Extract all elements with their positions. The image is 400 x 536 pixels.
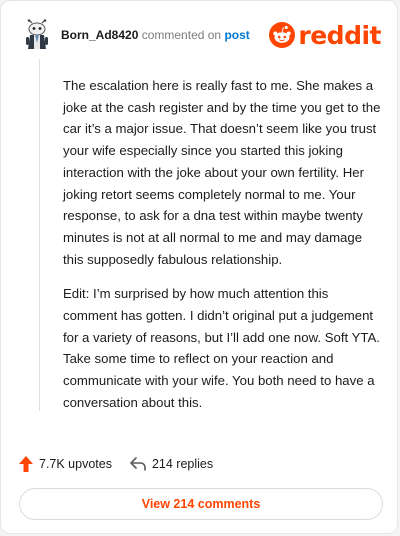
- comment-byline: Born_Ad8420 commented on post: [61, 28, 263, 42]
- reddit-wordmark: reddit: [298, 20, 381, 50]
- upvote-count: 7.7K upvotes: [39, 457, 112, 471]
- upvote-arrow-icon: [19, 456, 33, 472]
- comment-paragraph-1: The escalation here is really fast to me…: [63, 78, 381, 267]
- reply-arrow-icon: [130, 457, 146, 471]
- user-avatar[interactable]: [21, 19, 53, 51]
- view-comments-button[interactable]: View 214 comments: [19, 488, 383, 520]
- comment-header: Born_Ad8420 commented on post reddit: [21, 15, 381, 55]
- reddit-snoo-icon: [269, 22, 296, 48]
- reply-button[interactable]: 214 replies: [130, 457, 213, 471]
- username-link[interactable]: Born_Ad8420: [61, 28, 138, 42]
- snoo-avatar-icon: [26, 19, 48, 49]
- reddit-logo[interactable]: reddit: [269, 22, 381, 48]
- commented-on-label: commented on: [141, 28, 222, 42]
- reply-count: 214 replies: [151, 457, 214, 471]
- post-link[interactable]: post: [224, 28, 249, 42]
- comment-body: The escalation here is really fast to me…: [63, 75, 381, 427]
- comment-paragraph-2: Edit: I’m surprised by how much attentio…: [63, 286, 380, 410]
- comment-actions: 7.7K upvotes 214 replies: [19, 453, 381, 475]
- thread-line[interactable]: [39, 59, 40, 411]
- comment-card: Born_Ad8420 commented on post reddit The…: [0, 0, 398, 534]
- upvote-button[interactable]: 7.7K upvotes: [19, 456, 112, 472]
